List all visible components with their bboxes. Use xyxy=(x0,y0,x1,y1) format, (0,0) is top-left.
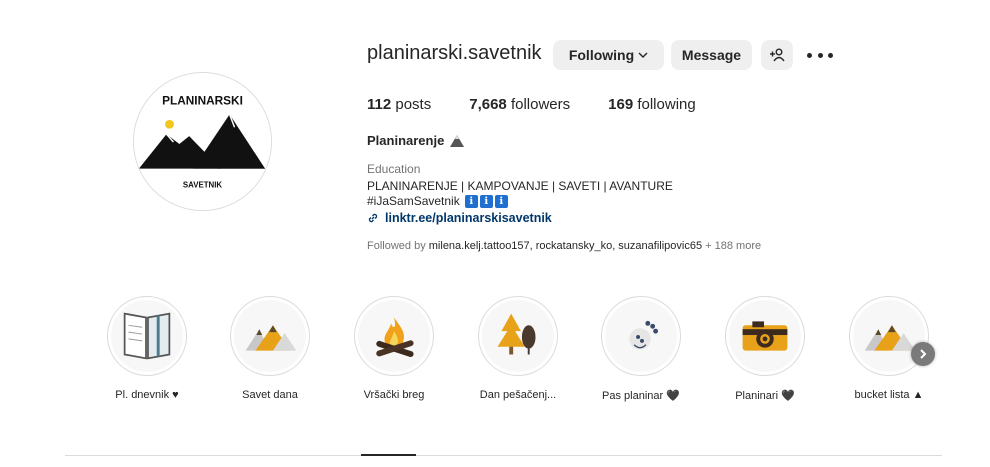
profile-full-name: Planinarenje xyxy=(367,133,465,148)
highlight-label: Vršački breg xyxy=(363,389,425,401)
following-button[interactable]: Following xyxy=(553,40,664,70)
story-highlights: Pl. dnevnik ♥ Savet dana Vršački breg Da… xyxy=(0,296,990,406)
followed-by-text[interactable]: Followed by milena.kelj.tattoo157, rocka… xyxy=(367,240,761,252)
notebook-icon xyxy=(111,300,183,372)
profile-avatar[interactable]: PLANINARSKI SAVETNIK xyxy=(133,72,272,211)
link-icon xyxy=(368,213,378,223)
tabs-divider xyxy=(65,455,942,456)
highlight-item[interactable]: Planinari 🖤 xyxy=(720,296,810,402)
highlight-item[interactable]: Vršački breg xyxy=(349,296,439,401)
highlight-item[interactable]: Dan pešačenj... xyxy=(473,296,563,401)
highlight-item[interactable]: Savet dana xyxy=(225,296,315,401)
add-user-button[interactable] xyxy=(761,40,793,70)
more-options-icon[interactable] xyxy=(807,45,833,65)
followers-stat[interactable]: 7,668 followers xyxy=(469,96,570,113)
add-user-icon xyxy=(770,48,785,62)
active-tab-indicator xyxy=(361,454,416,456)
highlight-label: Planinari 🖤 xyxy=(735,390,795,402)
campfire-icon xyxy=(358,300,430,372)
posts-stat: 112 posts xyxy=(367,96,432,113)
highlight-label: Pl. dnevnik ♥ xyxy=(115,389,179,401)
highlight-item[interactable]: Pl. dnevnik ♥ xyxy=(102,296,192,401)
info-badge-icon: ℹ xyxy=(494,194,508,208)
chevron-right-icon xyxy=(920,349,927,359)
bio-hashtag-line: #iJaSamSavetnik ℹ ℹ ℹ xyxy=(367,194,508,208)
profile-category: Education xyxy=(367,162,421,176)
info-badge-icon: ℹ xyxy=(479,194,493,208)
svg-text:SAVETNIK: SAVETNIK xyxy=(183,180,223,189)
highlight-label: Dan pešačenj... xyxy=(479,389,557,401)
paw-icon xyxy=(605,300,677,372)
highlight-item[interactable]: Pas planinar 🖤 xyxy=(596,296,686,402)
camera-icon xyxy=(729,300,801,372)
info-badge-icon: ℹ xyxy=(464,194,478,208)
highlight-label: Savet dana xyxy=(242,389,298,401)
chevron-down-icon xyxy=(638,52,648,58)
planinarski-logo: PLANINARSKI SAVETNIK xyxy=(134,73,271,210)
bio-link[interactable]: linktr.ee/planinarskisavetnik xyxy=(367,211,552,225)
message-button[interactable]: Message xyxy=(671,40,752,70)
mountain-icon xyxy=(450,134,465,147)
highlight-label: Pas planinar 🖤 xyxy=(602,390,680,402)
trees-icon xyxy=(482,300,554,372)
highlight-label: bucket lista ▲ xyxy=(854,389,924,401)
following-button-label: Following xyxy=(568,47,635,63)
profile-stats: 112 posts 7,668 followers 169 following xyxy=(367,96,734,113)
bio-hashtag[interactable]: #iJaSamSavetnik xyxy=(367,194,460,208)
next-highlights-button[interactable] xyxy=(911,342,935,366)
profile-username: planinarski.savetnik xyxy=(367,42,542,64)
following-stat[interactable]: 169 following xyxy=(608,96,696,113)
svg-text:PLANINARSKI: PLANINARSKI xyxy=(162,94,243,108)
mountains-icon xyxy=(234,300,306,372)
bio-line: PLANINARENJE | KAMPOVANJE | SAVETI | AVA… xyxy=(367,179,673,193)
